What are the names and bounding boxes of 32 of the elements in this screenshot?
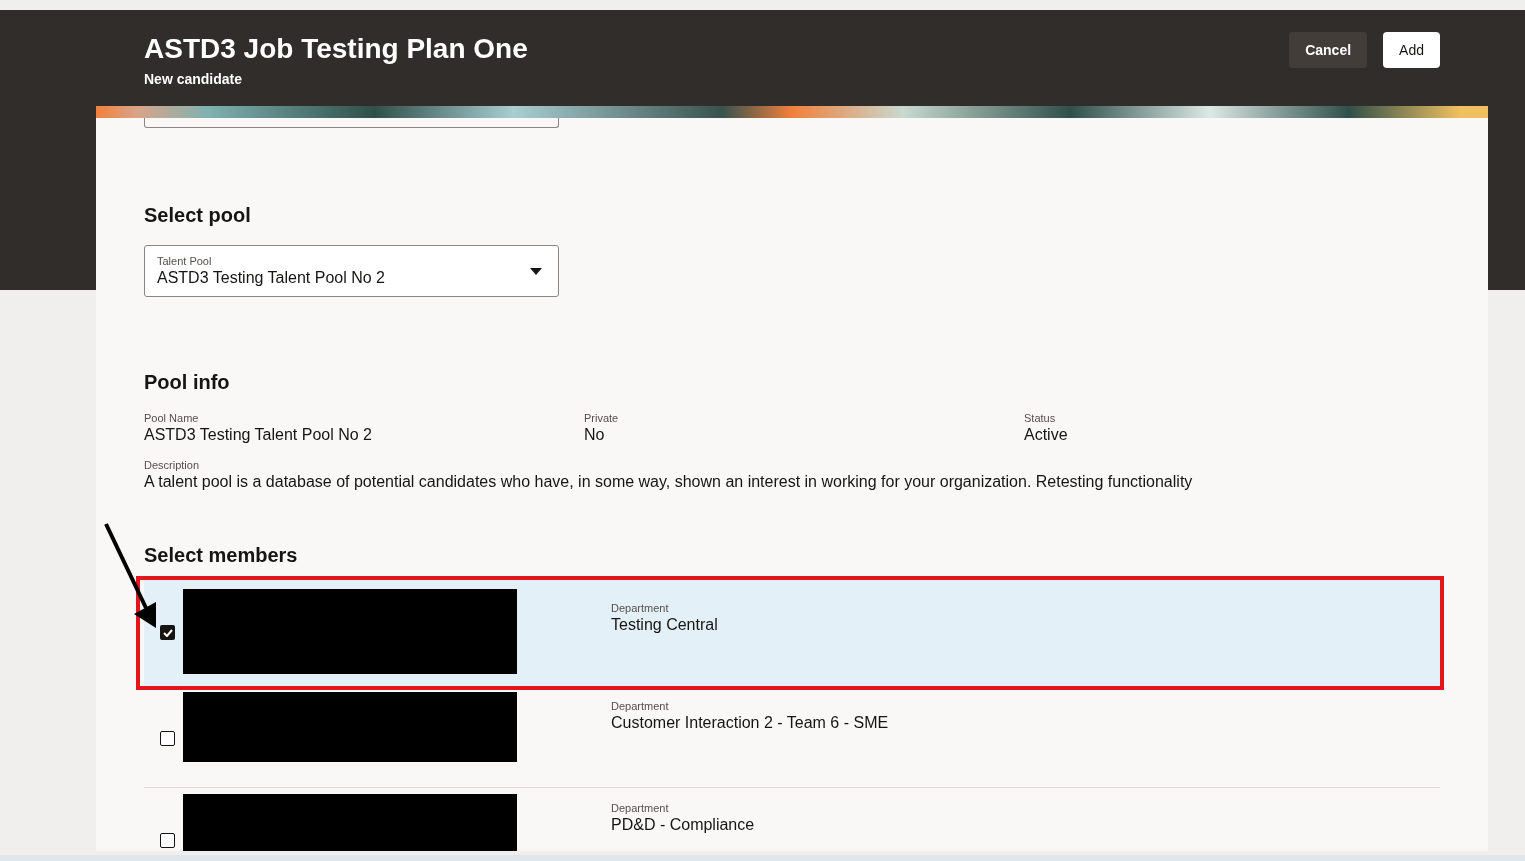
field-label: Department xyxy=(611,801,670,815)
field-label: Description xyxy=(144,458,201,472)
page-title: ASTD3 Job Testing Plan One xyxy=(144,32,528,66)
field-label: Pool Name xyxy=(144,411,200,425)
member-row[interactable]: Department Customer Interaction 2 - Team 6 - SME xyxy=(144,686,1440,788)
field-value: Testing Central xyxy=(611,615,718,635)
cancel-button[interactable]: Cancel xyxy=(1289,32,1368,68)
field-label: Department xyxy=(611,699,670,713)
field-label: Department xyxy=(611,601,670,615)
section-heading: Select members xyxy=(144,543,299,568)
add-button[interactable]: Add xyxy=(1383,32,1440,68)
section-heading: Select pool xyxy=(144,203,252,228)
field-value: ASTD3 Testing Talent Pool No 2 xyxy=(144,425,373,445)
field-value: ASTD3 Testing Talent Pool No 2 xyxy=(157,267,385,288)
member-row[interactable]: Department PD&D - Compliance xyxy=(144,788,1440,851)
field-value: PD&D - Compliance xyxy=(611,815,755,835)
field-label: Status xyxy=(1024,411,1057,425)
checkbox[interactable] xyxy=(160,625,175,640)
field-value: A talent pool is a database of potential candidates who have, in some way, shown an interest in working for your organization. Retesting functionality xyxy=(144,472,1194,492)
section-heading: Pool info xyxy=(144,370,231,395)
field-label: Talent Pool xyxy=(157,254,213,268)
field-value: Customer Interaction 2 - Team 6 - SME xyxy=(611,713,889,733)
input-field[interactable] xyxy=(144,118,559,128)
checkbox[interactable] xyxy=(160,731,175,746)
dropdown-caret-icon xyxy=(530,267,542,275)
checkbox[interactable] xyxy=(160,833,175,848)
field-label: Private xyxy=(584,411,620,425)
pool-dropdown[interactable]: Talent Pool ASTD3 Testing Talent Pool No 2 xyxy=(144,245,559,297)
field-value: No xyxy=(584,425,606,445)
page-subtitle: New candidate xyxy=(144,70,244,89)
member-row[interactable]: Department Testing Central xyxy=(144,580,1440,686)
field-value: Active xyxy=(1024,425,1069,445)
